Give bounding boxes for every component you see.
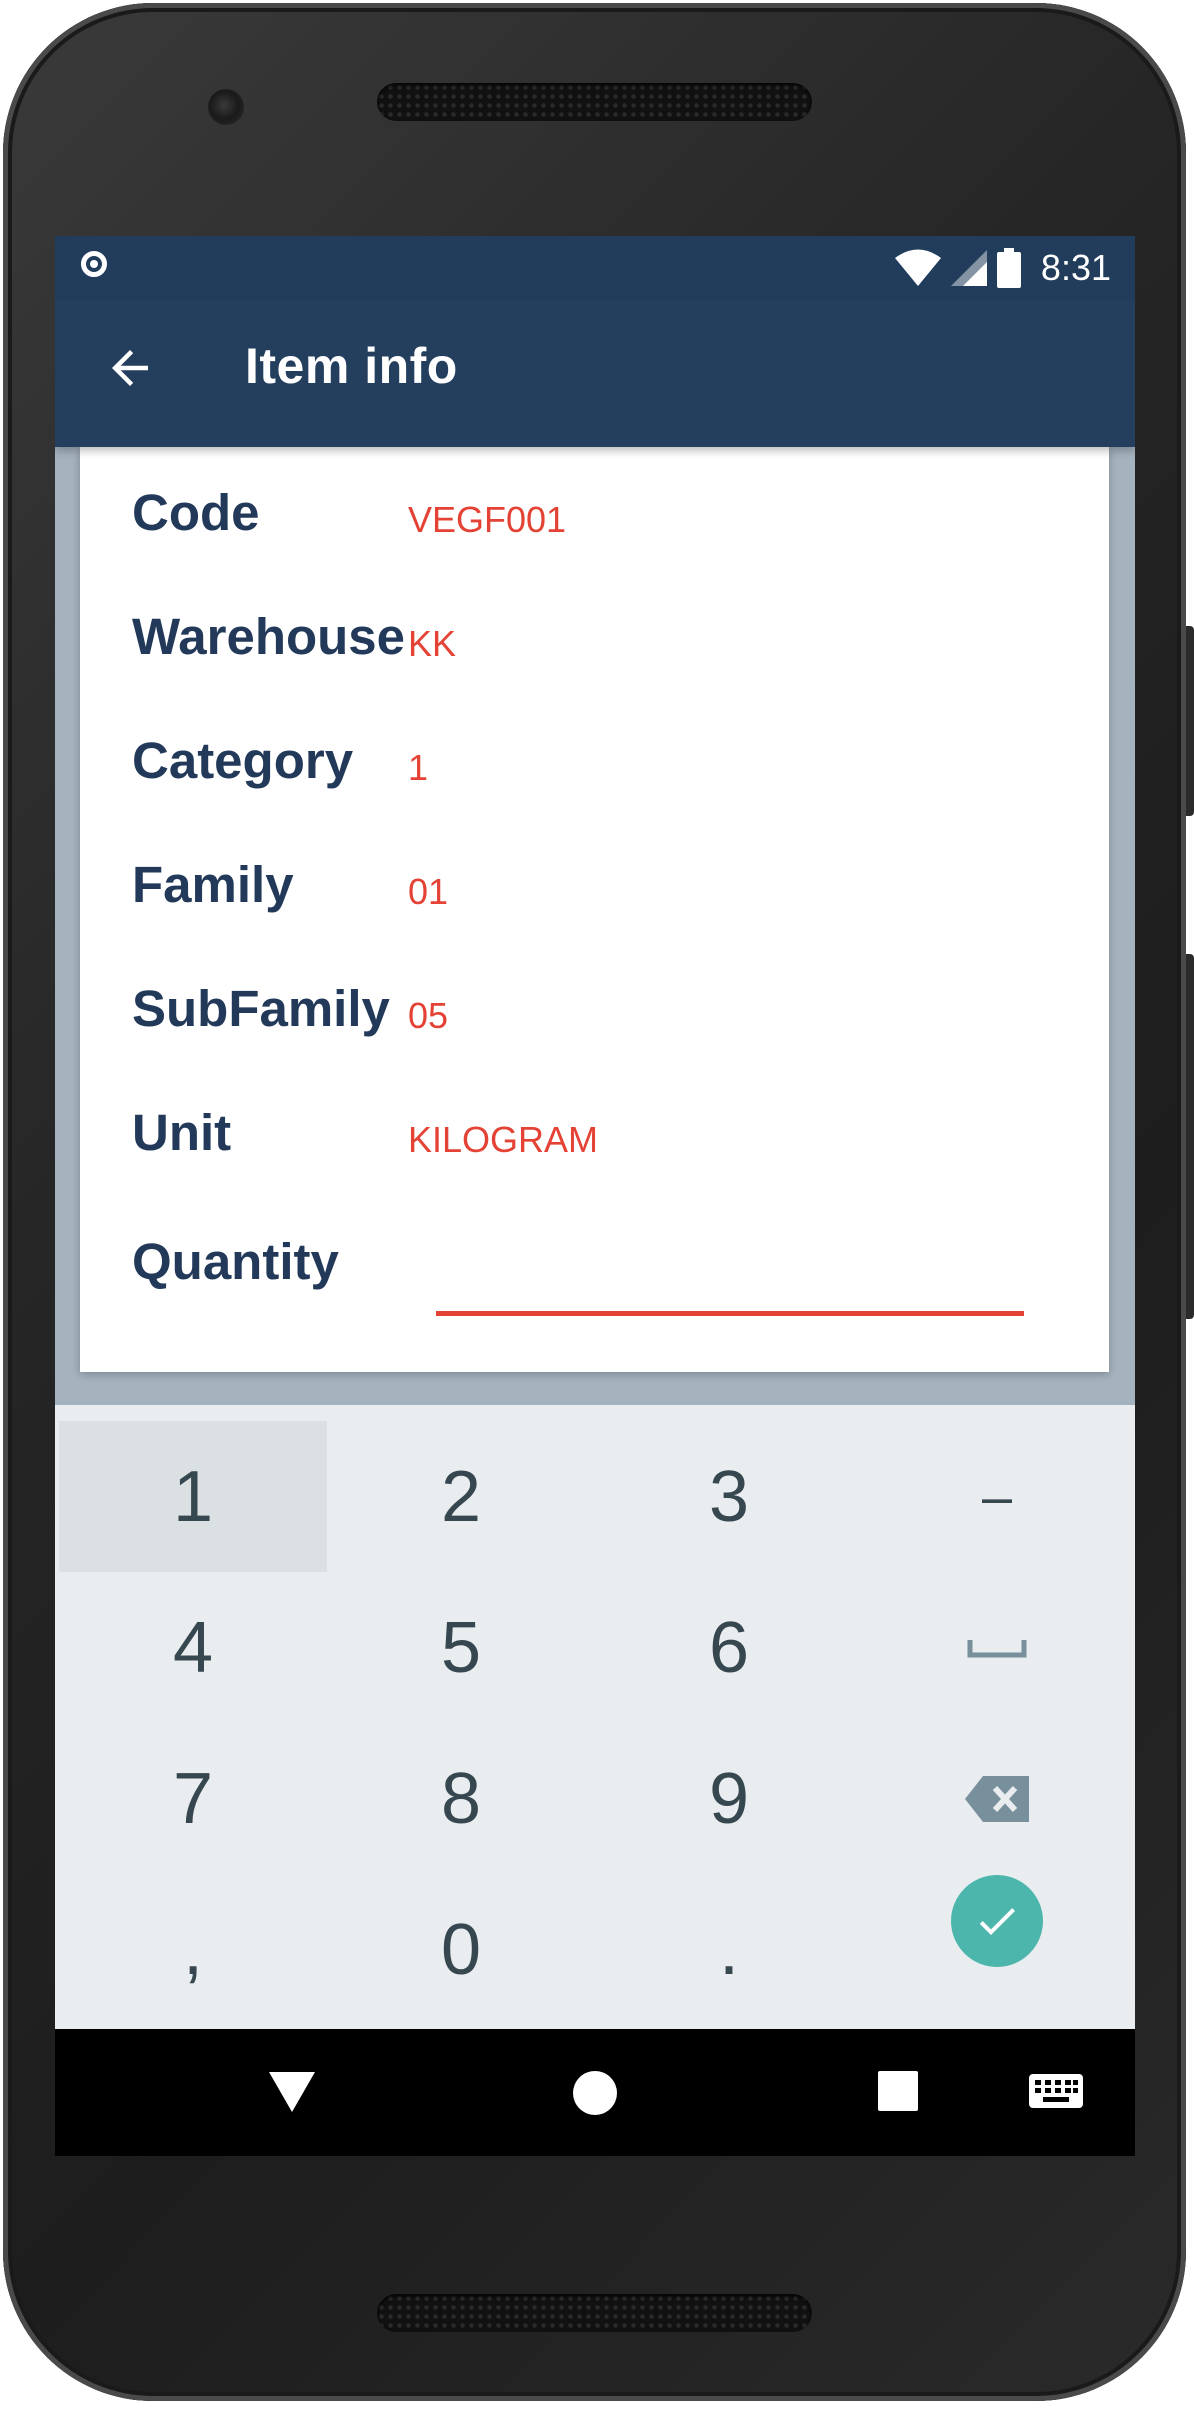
bottom-speaker [377, 2294, 812, 2332]
status-time: 8:31 [1040, 247, 1111, 288]
app-bar: Item info [55, 299, 1135, 447]
status-bar: 8:31 [55, 236, 1135, 299]
category-value: 1 [408, 747, 429, 788]
subfamily-value: 05 [408, 995, 449, 1036]
notification-icon [81, 251, 107, 277]
done-button[interactable] [951, 1874, 1043, 1967]
key-7[interactable]: 7 [59, 1723, 327, 1874]
status-icons: 8:31 [894, 246, 1111, 290]
code-label: Code [132, 484, 260, 541]
key-space[interactable] [863, 1572, 1131, 1723]
backspace-icon [965, 1775, 1029, 1822]
key-comma[interactable]: , [59, 1874, 327, 2025]
key-9[interactable]: 9 [595, 1723, 863, 1874]
key-period[interactable]: . [595, 1874, 863, 2025]
key-6[interactable]: 6 [595, 1572, 863, 1723]
unit-label: Unit [132, 1104, 232, 1161]
category-label: Category [132, 732, 354, 789]
phone-frame: 8:31 Item info Code VEGF001 Warehouse KK… [3, 3, 1194, 2401]
page-title: Item info [245, 338, 458, 394]
key-8[interactable]: 8 [327, 1723, 595, 1874]
key-minus[interactable]: – [863, 1421, 1131, 1572]
recents-icon[interactable] [878, 2071, 918, 2111]
battery-icon [996, 248, 1021, 288]
navigation-bar [55, 2029, 1135, 2156]
volume-button [1186, 954, 1194, 1319]
wifi-icon [894, 249, 941, 286]
keyboard-icon[interactable] [1029, 2074, 1083, 2108]
warehouse-label: Warehouse [132, 608, 406, 665]
item-info-card: Code VEGF001 Warehouse KK Category 1 Fam… [80, 447, 1109, 1372]
top-speaker [377, 83, 812, 121]
power-button [1186, 626, 1194, 816]
subfamily-label: SubFamily [132, 980, 390, 1037]
key-0[interactable]: 0 [327, 1874, 595, 2025]
unit-value: KILOGRAM [408, 1119, 599, 1160]
key-3[interactable]: 3 [595, 1421, 863, 1572]
code-value: VEGF001 [408, 499, 567, 540]
key-2[interactable]: 2 [327, 1421, 595, 1572]
key-done[interactable] [863, 1845, 1131, 1996]
home-icon[interactable] [572, 2070, 618, 2116]
back-arrow-icon[interactable] [103, 341, 157, 395]
check-icon [979, 1907, 1015, 1935]
key-1[interactable]: 1 [59, 1421, 327, 1572]
key-5[interactable]: 5 [327, 1572, 595, 1723]
screen: 8:31 Item info Code VEGF001 Warehouse KK… [55, 236, 1135, 2156]
key-4[interactable]: 4 [59, 1572, 327, 1723]
quantity-label: Quantity [132, 1233, 339, 1290]
front-camera [208, 89, 244, 125]
cell-signal-icon [950, 250, 987, 286]
space-icon [967, 1639, 1027, 1657]
numeric-keyboard: 1 2 3 – 4 5 6 7 8 9 , 0 . [55, 1405, 1135, 2029]
back-icon[interactable] [269, 2072, 315, 2112]
family-value: 01 [408, 871, 449, 912]
quantity-input[interactable] [436, 1259, 1024, 1316]
warehouse-value: KK [408, 623, 457, 664]
family-label: Family [132, 856, 294, 913]
